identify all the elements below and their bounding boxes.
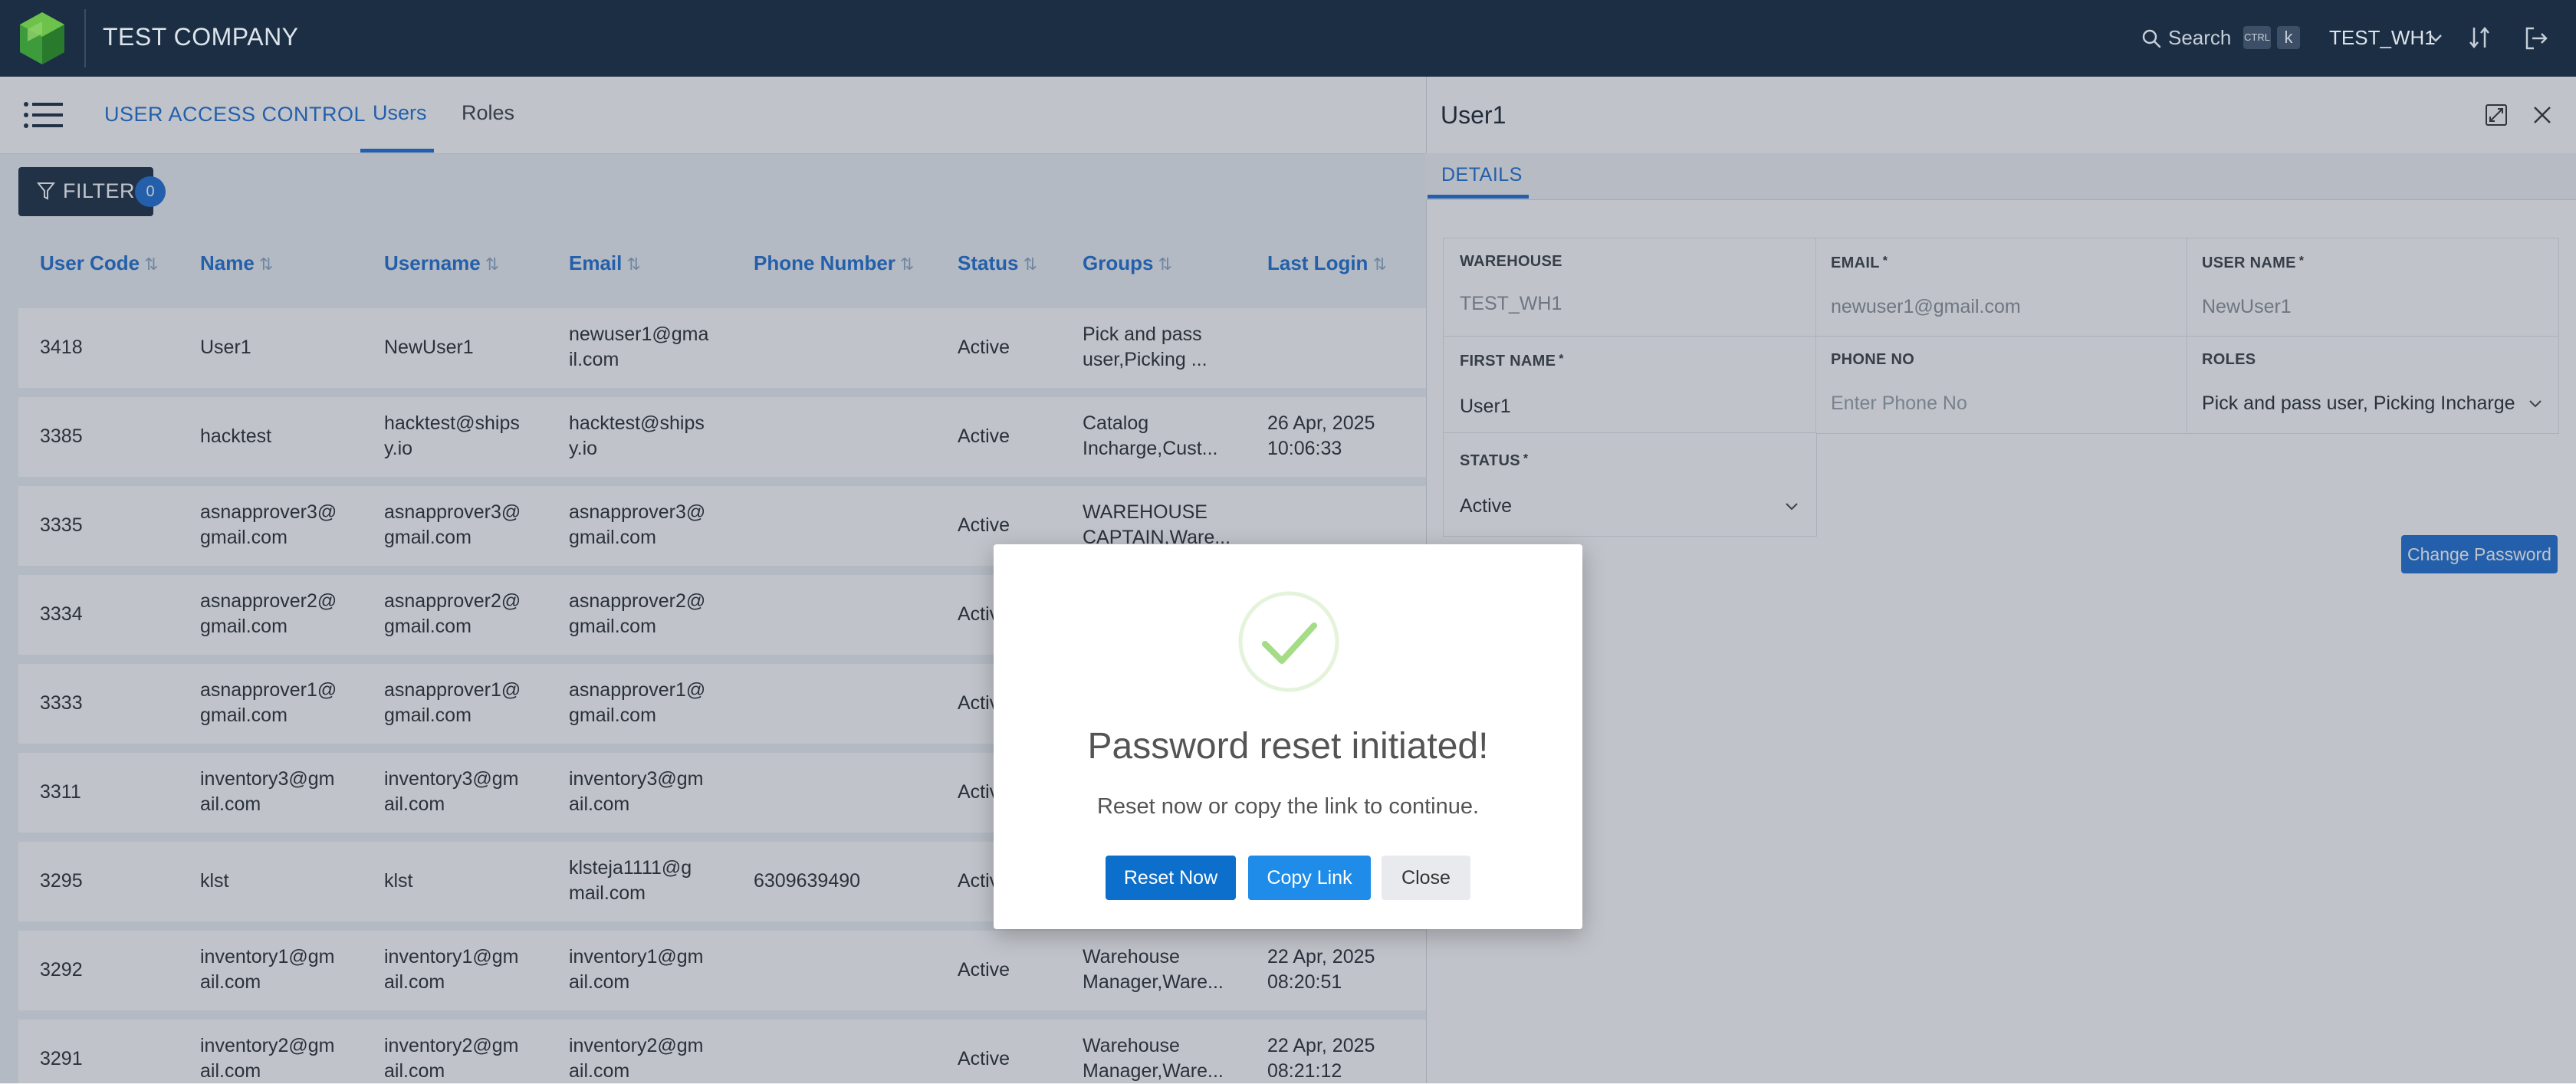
company-logo-icon[interactable] bbox=[17, 11, 67, 66]
warehouse-selector[interactable]: TEST_WH1 bbox=[2329, 26, 2436, 50]
chevron-down-icon[interactable] bbox=[2427, 31, 2444, 46]
logout-icon[interactable] bbox=[2522, 25, 2550, 52]
dialog-title: Password reset initiated! bbox=[1087, 726, 1489, 767]
company-name: TEST COMPANY bbox=[103, 23, 299, 51]
search-icon[interactable] bbox=[2141, 28, 2162, 49]
close-dialog-button[interactable]: Close bbox=[1382, 856, 1470, 900]
search-label[interactable]: Search bbox=[2168, 26, 2231, 50]
modal-backdrop-right[interactable] bbox=[1426, 77, 2576, 1083]
logo-divider bbox=[84, 9, 86, 67]
shortcut-k-key: k bbox=[2277, 26, 2300, 49]
sort-icon[interactable] bbox=[2467, 25, 2492, 51]
success-check-icon bbox=[1238, 591, 1339, 692]
copy-link-button[interactable]: Copy Link bbox=[1248, 856, 1371, 900]
dialog-message: Reset now or copy the link to continue. bbox=[1096, 794, 1480, 819]
reset-now-button[interactable]: Reset Now bbox=[1106, 856, 1236, 900]
shortcut-ctrl-key: CTRL bbox=[2243, 26, 2271, 49]
